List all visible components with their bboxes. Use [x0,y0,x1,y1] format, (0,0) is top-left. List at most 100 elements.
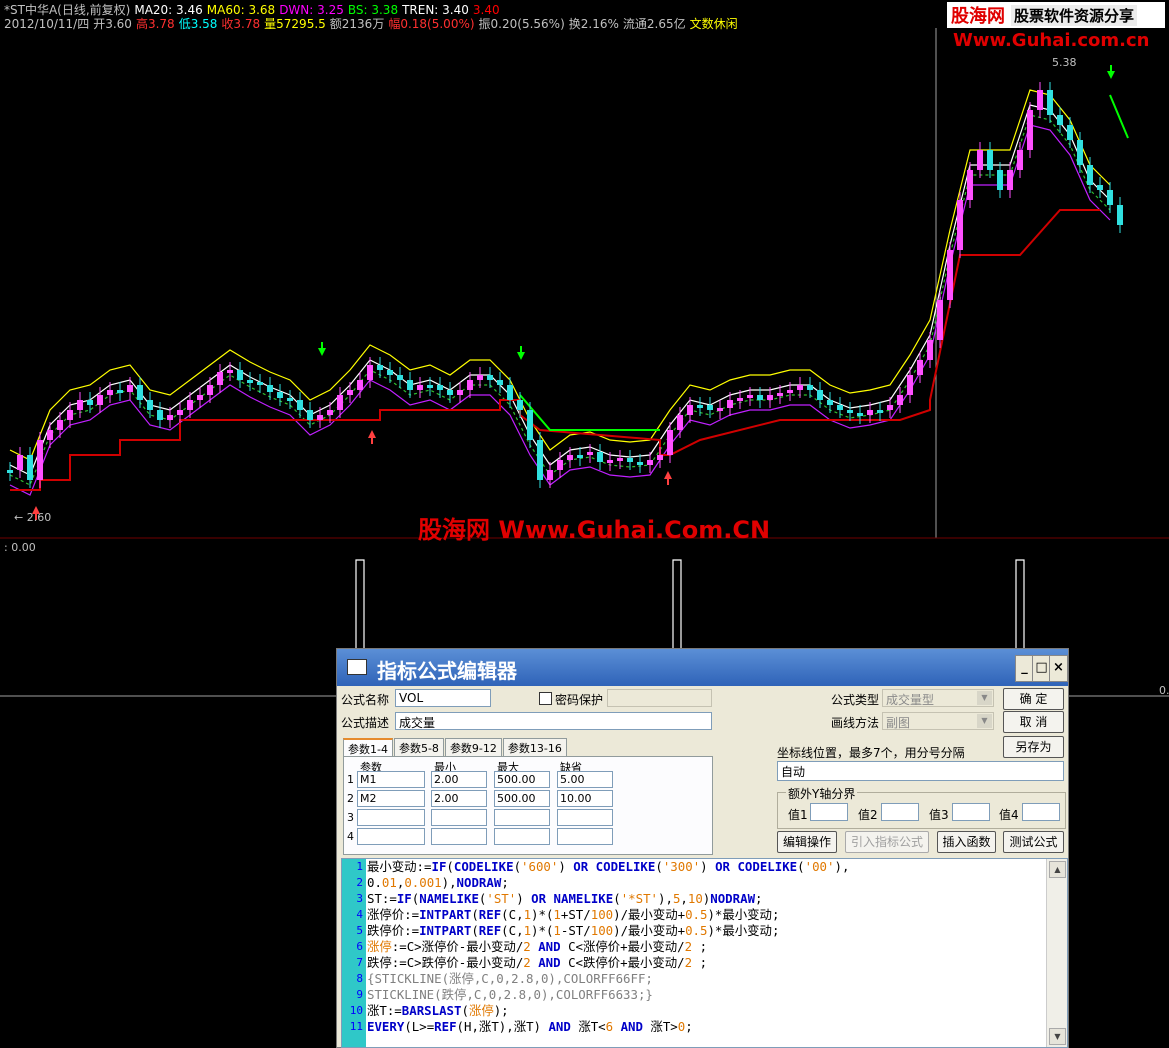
param-def-input[interactable] [557,828,613,845]
val1-label: 值1 [788,808,808,822]
candle-body [657,455,663,460]
param-max-input[interactable] [494,809,550,826]
candle-body [797,385,803,390]
candle-body [527,410,533,440]
scroll-down-icon[interactable]: ▼ [1049,1028,1066,1045]
password-input[interactable] [607,689,712,707]
editor-scrollbar[interactable]: ▲ ▼ [1046,859,1067,1047]
candle-body [177,410,183,415]
candle-body [497,380,503,385]
candle-body [397,375,403,380]
candle-body [217,372,223,385]
param-min-input[interactable]: 2.00 [431,771,487,788]
param-name-input[interactable] [357,809,425,826]
tab-params-13-16[interactable]: 参数13-16 [502,738,567,756]
draw-method-select[interactable]: 副图 ▼ [882,712,994,730]
scroll-up-icon[interactable]: ▲ [1049,861,1066,878]
sub-chart-value: : 0.00 [4,541,36,554]
tab-params-9-12[interactable]: 参数9-12 [444,738,502,756]
chevron-down-icon: ▼ [977,691,992,705]
info-item: 流通2.65亿 [622,17,686,31]
brand-name: 股海网 [951,6,1005,27]
brand-slogan: 股票软件资源分享 [1011,4,1138,26]
candle-body [227,370,233,373]
formula-desc-input[interactable]: 成交量 [395,712,712,730]
param-def-input[interactable]: 10.00 [557,790,613,807]
candle-body [1067,125,1073,140]
candle-body [1057,115,1063,125]
ohlc-info-bar: 2012/10/11/四 开3.60 高3.78 低3.58 收3.78 量57295.5… [4,15,742,32]
code-line[interactable]: 10 涨T:=BARSLAST(涨停); [350,1003,1045,1019]
param-min-input[interactable]: 2.00 [431,790,487,807]
candle-body [1017,150,1023,170]
code-line[interactable]: 6 涨停:=C>涨停价-最小变动/2 AND C<涨停价+最小变动/2 ; [356,939,1045,955]
candle-body [947,250,953,300]
param-max-input[interactable]: 500.00 [494,790,550,807]
cancel-button[interactable]: 取 消 [1003,711,1064,733]
val4-input[interactable] [1022,803,1060,821]
candle-body [587,452,593,455]
draw-method-value: 副图 [886,716,911,730]
brand-url: Www.Guhai.com.cn [953,30,1150,51]
candle-body [337,395,343,410]
code-line[interactable]: 7 跌停:=C>跌停价-最小变动/2 AND C<跌停价+最小变动/2 ; [356,955,1045,971]
formula-type-select[interactable]: 成交量型 ▼ [882,689,994,707]
candle-body [417,385,423,390]
code-line[interactable]: 11 EVERY(L>=REF(H,涨T),涨T) AND 涨T<6 AND 涨T… [350,1019,1045,1035]
param-def-input[interactable]: 5.00 [557,771,613,788]
window-icon [347,659,367,675]
param-name-input[interactable]: M2 [357,790,425,807]
candle-body [757,395,763,400]
test-formula-button[interactable]: 测试公式 [1003,831,1064,853]
param-name-input[interactable] [357,828,425,845]
code-line[interactable]: 3 ST:=IF(NAMELIKE('ST') OR NAMELIKE('*ST'… [356,891,1045,907]
param-min-input[interactable] [431,828,487,845]
sell-arrow-icon [1107,71,1115,79]
code-line[interactable]: 8 {STICKLINE(涨停,C,0,2.8,0),COLORFF66FF; [356,971,1045,987]
code-line[interactable]: 9 STICKLINE(跌停,C,0,2.8,0),COLORFF6633;} [356,987,1045,1003]
candle-body [507,385,513,400]
val1-input[interactable] [810,803,848,821]
param-min-input[interactable] [431,809,487,826]
formula-name-input[interactable]: VOL [395,689,491,707]
close-button[interactable]: × [1049,655,1068,682]
line-number: 1 [356,860,363,873]
val2-input[interactable] [881,803,919,821]
param-max-input[interactable] [494,828,550,845]
code-line[interactable]: 1 最小变动:=IF(CODELIKE('600') OR CODELIKE('3… [356,859,1045,875]
candle-body [277,392,283,398]
formula-code-editor[interactable]: 1 最小变动:=IF(CODELIKE('600') OR CODELIKE('3… [341,858,1068,1048]
code-line[interactable]: 5 跌停价:=INTPART(REF(C,1)*(1-ST/100)/最小变动+0… [356,923,1045,939]
password-checkbox[interactable] [539,692,552,705]
ok-button[interactable]: 确 定 [1003,688,1064,710]
candle-body [447,390,453,395]
dialog-title: 指标公式编辑器 [377,659,517,683]
val4-label: 值4 [999,808,1019,822]
candle-body [607,460,613,463]
tab-params-1-4[interactable]: 参数1-4 [343,738,393,756]
candle-body [197,395,203,400]
coord-line-input[interactable]: 自动 [777,761,1064,781]
val3-input[interactable] [952,803,990,821]
param-name-input[interactable]: M1 [357,771,425,788]
candle-body [1117,205,1123,225]
param-max-input[interactable]: 500.00 [494,771,550,788]
param-def-input[interactable] [557,809,613,826]
code-line[interactable]: 2 0.01,0.001),NODRAW; [356,875,1045,891]
candle-body [1107,190,1113,205]
insert-function-button[interactable]: 插入函数 [937,831,996,853]
edit-ops-button[interactable]: 编辑操作 [777,831,837,853]
candle-body [7,470,13,473]
candle-body [137,385,143,400]
line-number: 6 [356,940,363,953]
import-formula-button[interactable]: 引入指标公式 [845,831,929,853]
save-as-button[interactable]: 另存为 [1003,736,1064,758]
candle-body [1037,90,1043,110]
dialog-titlebar[interactable]: 指标公式编辑器 _ □ × [337,649,1068,686]
sell-arrow-icon [318,348,326,356]
code-line[interactable]: 4 涨停价:=INTPART(REF(C,1)*(1+ST/100)/最小变动+0… [356,907,1045,923]
candle-body [437,385,443,390]
info-item: 收3.78 [221,17,261,31]
candle-body [567,455,573,460]
tab-params-5-8[interactable]: 参数5-8 [393,738,444,756]
